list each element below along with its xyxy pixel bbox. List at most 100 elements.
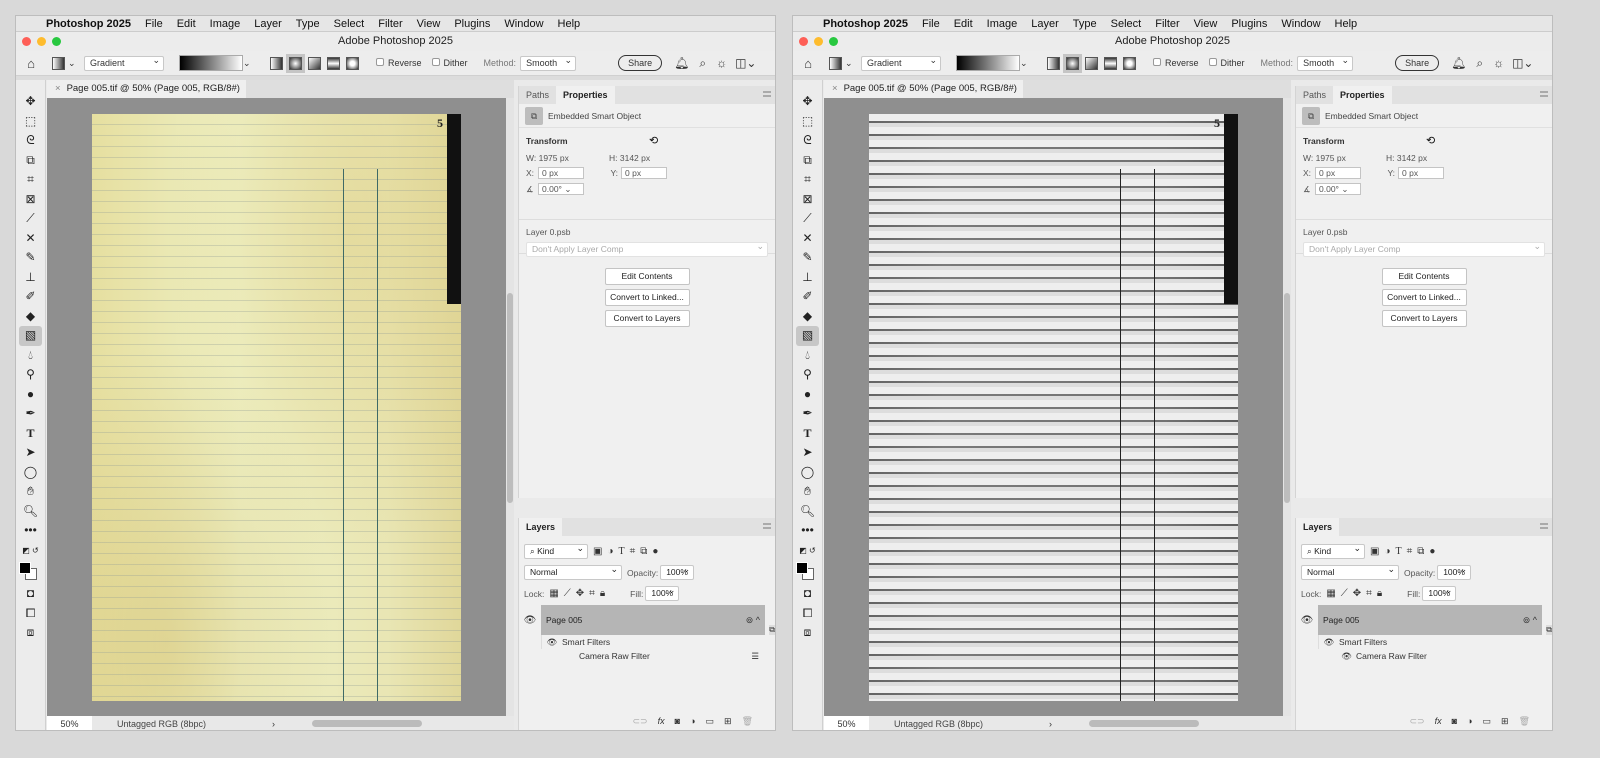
y-input[interactable]: 0 px <box>1398 167 1444 179</box>
layer-comp-select[interactable]: Don't Apply Layer Comp <box>1303 240 1545 257</box>
marquee-tool-icon[interactable]: ⬚ <box>16 112 45 132</box>
workspace-icon[interactable]: ◫⌄ <box>735 56 756 70</box>
reverse-checkbox[interactable]: Reverse <box>376 58 422 68</box>
menu-help[interactable]: Help <box>1335 18 1358 30</box>
tab-properties[interactable]: Properties <box>556 86 615 104</box>
convert-to-layers-button[interactable]: Convert to Layers <box>1381 310 1467 327</box>
artboard-icon[interactable]: ⧈ <box>16 623 45 643</box>
eye-icon[interactable]: 👁︎ <box>1296 615 1318 626</box>
object-select-tool-icon[interactable]: ⧉ <box>16 151 45 171</box>
pen-tool-icon[interactable]: ✒ <box>793 404 822 424</box>
menu-window[interactable]: Window <box>504 18 543 30</box>
quick-mask-icon[interactable]: ◘ <box>793 584 822 604</box>
more-tools-icon[interactable]: ••• <box>793 521 822 541</box>
history-brush-icon[interactable]: ✐ <box>16 287 45 307</box>
linear-gradient-icon[interactable] <box>1047 56 1060 70</box>
path-select-icon[interactable]: ➤ <box>793 443 822 463</box>
history-brush-icon[interactable]: ✐ <box>793 287 822 307</box>
lock-position-icon[interactable]: ✥ <box>576 588 584 599</box>
convert-to-linked-button[interactable]: Convert to Linked... <box>604 289 690 306</box>
panel-menu-icon[interactable] <box>763 91 771 97</box>
x-input[interactable]: 0 px <box>1315 167 1361 179</box>
menu-filter[interactable]: Filter <box>378 18 402 30</box>
home-icon[interactable]: ⌂ <box>16 56 46 71</box>
shape-filter-icon[interactable]: ⌗ <box>1407 546 1413 557</box>
reflected-gradient-icon[interactable] <box>327 56 340 70</box>
menu-image[interactable]: Image <box>987 18 1018 30</box>
search-icon[interactable]: ⌕ <box>699 56 706 71</box>
reverse-checkbox[interactable]: Reverse <box>1153 58 1199 68</box>
menu-edit[interactable]: Edit <box>954 18 973 30</box>
object-select-tool-icon[interactable]: ⧉ <box>793 151 822 171</box>
lock-all-icon[interactable]: 🔒︎ <box>1377 588 1382 599</box>
filter-kind-select[interactable]: ⌕ Kind <box>1301 542 1365 559</box>
smart-object-filter-icon[interactable]: ⧉ <box>1417 546 1424 557</box>
bell-icon[interactable]: 🔔︎ <box>1451 56 1466 70</box>
diamond-gradient-icon[interactable] <box>1123 56 1136 70</box>
new-layer-icon[interactable]: ⊞ <box>724 716 732 727</box>
swap-colors-icon[interactable]: ◩ ↺ <box>16 541 45 561</box>
menu-view[interactable]: View <box>1194 18 1218 30</box>
document-tab[interactable]: ×Page 005.tif @ 50% (Page 005, RGB/8#) * <box>47 80 246 112</box>
menu-plugins[interactable]: Plugins <box>454 18 490 30</box>
new-group-icon[interactable]: ▭ <box>706 716 715 727</box>
menu-filter[interactable]: Filter <box>1155 18 1179 30</box>
workspace-icon[interactable]: ◫⌄ <box>1512 56 1533 70</box>
tab-layers[interactable]: Layers <box>1296 518 1340 536</box>
gradient-swatch[interactable] <box>956 55 1020 71</box>
stamp-tool-icon[interactable]: ⊥ <box>793 268 822 288</box>
panel-menu-icon[interactable] <box>763 523 771 529</box>
edit-contents-button[interactable]: Edit Contents <box>1381 268 1467 285</box>
fill-input[interactable]: 100% <box>645 584 680 601</box>
chevron-right-icon[interactable]: › <box>1049 716 1052 730</box>
tab-layers[interactable]: Layers <box>519 518 563 536</box>
menu-help[interactable]: Help <box>558 18 581 30</box>
blur-tool-icon[interactable]: 💧︎ <box>793 346 822 366</box>
artboard-icon[interactable]: ⧈ <box>793 623 822 643</box>
convert-to-layers-button[interactable]: Convert to Layers <box>604 310 690 327</box>
angle-input[interactable]: 0.00° ⌄ <box>1315 183 1361 195</box>
document-info[interactable]: Untagged RGB (8bpc) <box>869 716 1039 730</box>
eyedropper-tool-icon[interactable]: ⟋ <box>16 209 45 229</box>
new-group-icon[interactable]: ▭ <box>1483 716 1492 727</box>
gradient-tool-icon[interactable]: ▧ <box>19 326 42 346</box>
lock-transparent-icon[interactable]: ▦ <box>549 588 558 599</box>
filter-toggle-icon[interactable]: ● <box>1429 546 1435 557</box>
reset-transform-icon[interactable]: ⟲ <box>649 134 658 147</box>
new-layer-icon[interactable]: ⊞ <box>1501 716 1509 727</box>
pen-tool-icon[interactable]: ✒ <box>16 404 45 424</box>
home-icon[interactable]: ⌂ <box>793 56 823 71</box>
menu-file[interactable]: File <box>145 18 163 30</box>
reset-transform-icon[interactable]: ⟲ <box>1426 134 1435 147</box>
adjustment-filter-icon[interactable]: ◑ <box>607 546 613 557</box>
filter-toggle-icon[interactable]: ● <box>652 546 658 557</box>
dodge-tool-icon[interactable]: ⚲ <box>793 365 822 385</box>
angle-gradient-icon[interactable] <box>308 56 321 70</box>
chevron-right-icon[interactable]: › <box>272 716 275 730</box>
tab-properties[interactable]: Properties <box>1333 86 1392 104</box>
opacity-input[interactable]: 100% <box>1437 563 1472 580</box>
search-icon[interactable]: ⌕ <box>1476 56 1483 71</box>
gradient-preset-select[interactable]: Gradient <box>84 54 164 71</box>
lasso-tool-icon[interactable]: ᘓ <box>793 131 822 151</box>
type-tool-icon[interactable]: T <box>793 424 822 444</box>
close-tab-icon[interactable]: × <box>832 83 838 94</box>
more-tools-icon[interactable]: ••• <box>16 521 45 541</box>
type-tool-icon[interactable]: T <box>16 424 45 444</box>
tool-preset-picker[interactable]: ⌄ <box>823 56 855 70</box>
opacity-input[interactable]: 100% <box>660 563 695 580</box>
menu-view[interactable]: View <box>417 18 441 30</box>
toolbar-grip[interactable] <box>793 80 822 92</box>
delete-layer-icon[interactable]: 🗑︎ <box>742 716 753 727</box>
add-mask-icon[interactable]: ◙ <box>1452 716 1457 727</box>
filter-row[interactable]: 👁︎ Camera Raw Filter ☰ <box>1318 649 1542 663</box>
gradient-preset-select[interactable]: Gradient <box>861 54 941 71</box>
smart-object-link-icon[interactable]: ⊚ ^ <box>1523 615 1537 626</box>
eraser-tool-icon[interactable]: ◆ <box>16 307 45 327</box>
eye-icon[interactable]: 👁︎ <box>519 615 541 626</box>
eye-icon[interactable]: 👁︎ <box>1319 637 1339 648</box>
minimize-button[interactable] <box>814 37 823 46</box>
lock-artboard-icon[interactable]: ⌗ <box>589 588 595 599</box>
convert-to-linked-button[interactable]: Convert to Linked... <box>1381 289 1467 306</box>
frame-tool-icon[interactable]: ⊠ <box>793 190 822 210</box>
